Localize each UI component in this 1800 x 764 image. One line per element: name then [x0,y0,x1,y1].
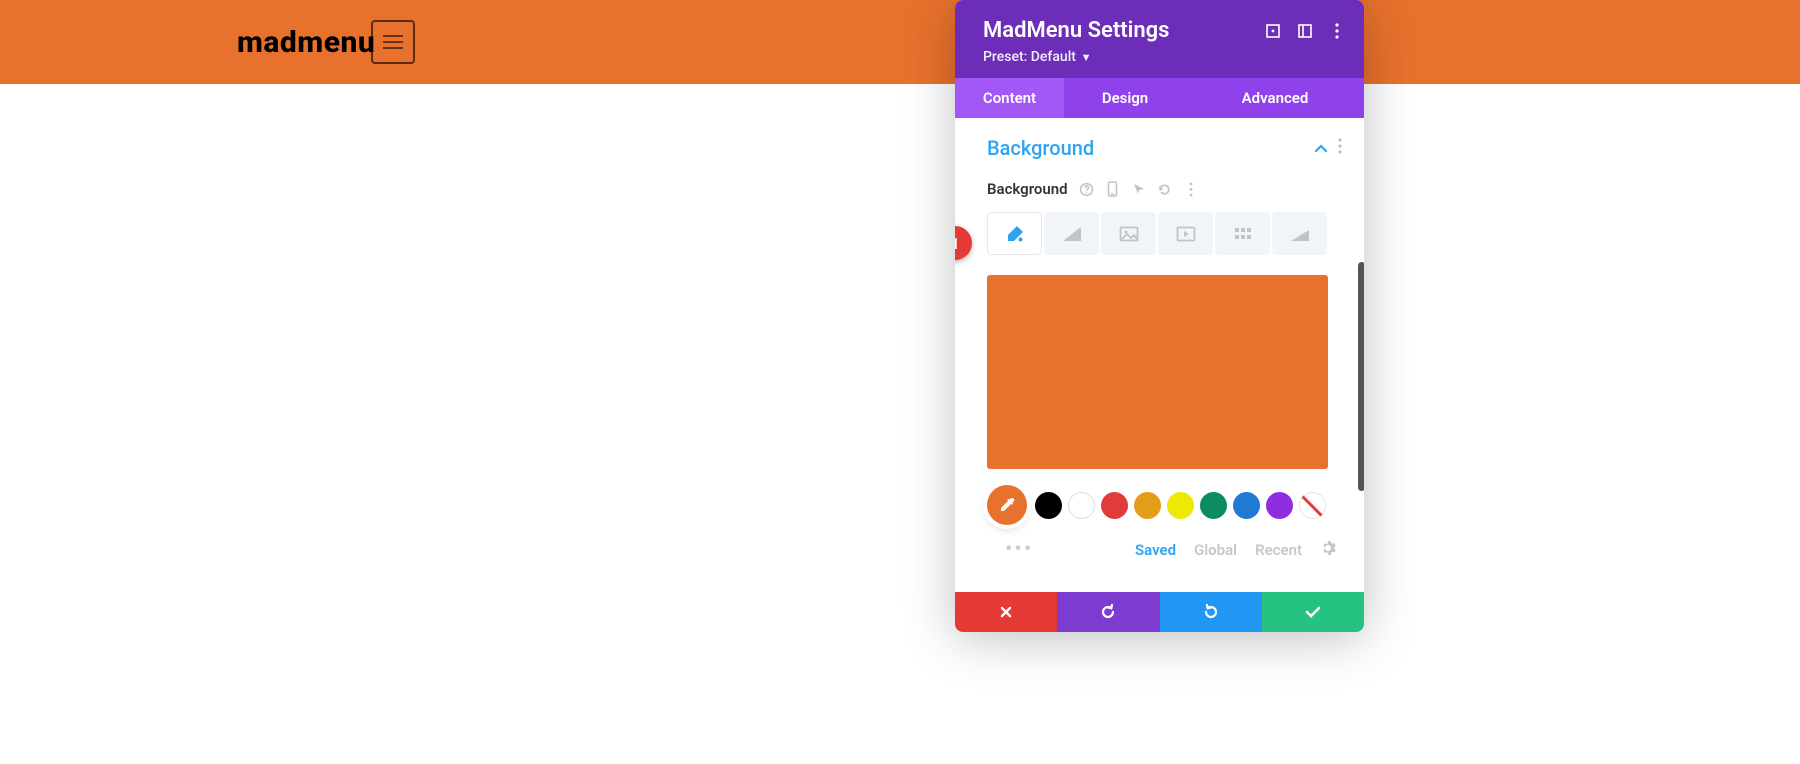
responsive-icon[interactable] [1104,180,1122,198]
scrollbar-thumb[interactable] [1358,262,1364,491]
caret-down-icon: ▼ [1076,51,1092,64]
section-menu-icon[interactable] [1338,138,1342,158]
footer-redo-button[interactable] [1160,592,1262,632]
brand-logo: madmenu [237,25,375,60]
footer-undo-button[interactable] [1057,592,1159,632]
reset-icon[interactable] [1156,180,1174,198]
expand-icon[interactable] [1264,22,1282,40]
preset-label: Preset: Default [983,49,1076,65]
hamburger-icon [383,35,403,49]
palette-tab-recent[interactable]: Recent [1255,541,1302,559]
palette-settings-icon[interactable] [1320,540,1336,560]
eyedropper-button[interactable] [987,485,1027,525]
bgtype-gradient[interactable] [1044,212,1099,255]
bgtype-video[interactable] [1158,212,1213,255]
footer-confirm-button[interactable] [1262,592,1364,632]
swatch-8e2ee3[interactable] [1266,492,1293,519]
swatch-ffffff[interactable] [1068,492,1095,519]
bgtype-mask[interactable] [1272,212,1327,255]
palette-tabs: Saved Global Recent [1135,540,1336,560]
panel-footer [955,592,1364,632]
section-collapse-icon[interactable] [1314,139,1328,158]
panel-tabs: Content Design Advanced [955,78,1364,118]
tab-design[interactable]: Design [1064,78,1186,118]
panel-title: MadMenu Settings [983,18,1169,43]
tab-content[interactable]: Content [955,78,1064,118]
swatch-0c8c62[interactable] [1200,492,1227,519]
bgtype-color[interactable] [987,212,1042,255]
bgtype-image[interactable] [1101,212,1156,255]
more-options-icon[interactable]: ••• [987,539,1033,561]
background-type-tabs [987,212,1342,255]
panel-header: MadMenu Settings Preset: Default ▼ Conte… [955,0,1364,118]
swatch-e23b3b[interactable] [1101,492,1128,519]
palette-tab-global[interactable]: Global [1194,541,1237,559]
panel-body: 1 Background Background [955,118,1364,592]
swatch-transparent[interactable] [1299,492,1326,519]
swatch-ede900[interactable] [1167,492,1194,519]
snap-panel-icon[interactable] [1296,22,1314,40]
swatch-000000[interactable] [1035,492,1062,519]
section-title[interactable]: Background [987,136,1094,160]
panel-menu-icon[interactable] [1328,22,1346,40]
preset-selector[interactable]: Preset: Default ▼ [955,47,1364,65]
hamburger-menu-button[interactable] [371,20,415,64]
tab-advanced[interactable]: Advanced [1186,78,1364,118]
color-preview[interactable] [987,275,1328,469]
footer-close-button[interactable] [955,592,1057,632]
help-icon[interactable] [1078,180,1096,198]
hover-icon[interactable] [1130,180,1148,198]
field-menu-icon[interactable] [1182,180,1200,198]
bgtype-pattern[interactable] [1215,212,1270,255]
swatch-e39d18[interactable] [1134,492,1161,519]
page-header: madmenu [0,0,1800,84]
settings-panel: MadMenu Settings Preset: Default ▼ Conte… [955,0,1364,632]
swatch-2179d6[interactable] [1233,492,1260,519]
palette-tab-saved[interactable]: Saved [1135,541,1176,559]
field-label: Background [987,180,1068,198]
swatch-row [987,485,1342,525]
